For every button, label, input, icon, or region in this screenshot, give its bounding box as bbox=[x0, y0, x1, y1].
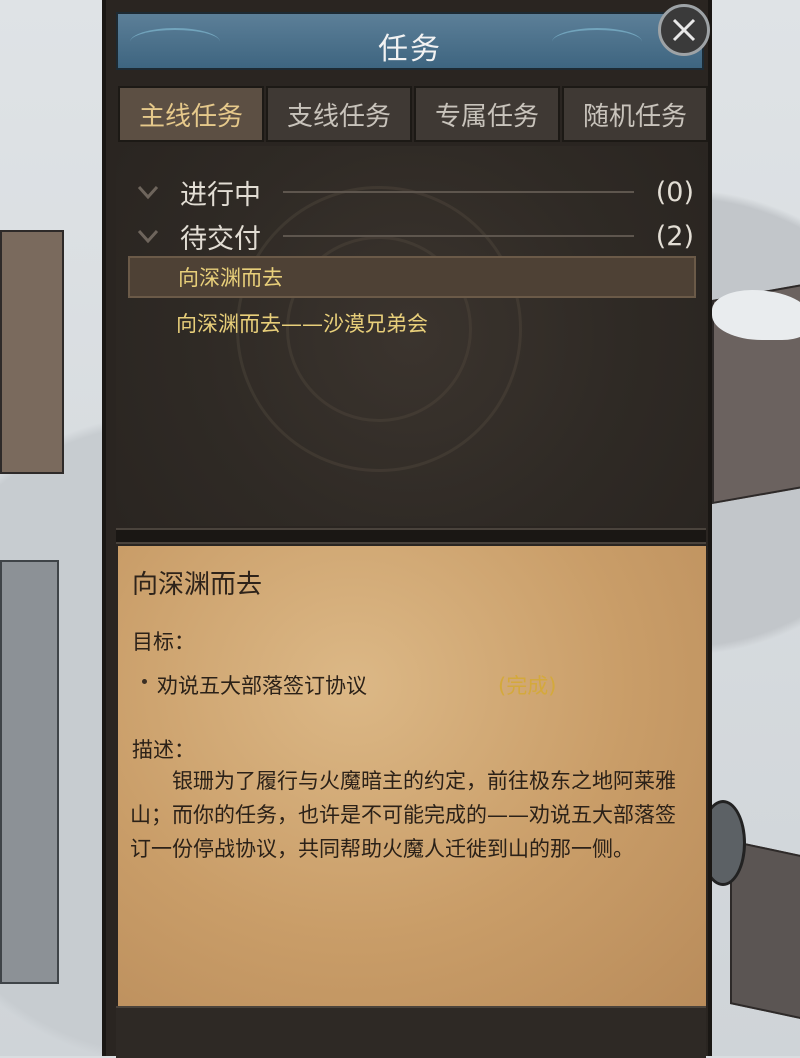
left-cliff bbox=[0, 560, 59, 984]
quest-tabs: 主线任务 支线任务 专属任务 随机任务 bbox=[118, 86, 708, 142]
goal-label: 目标： bbox=[132, 630, 195, 654]
tab-main-quests[interactable]: 主线任务 bbox=[118, 86, 264, 142]
section-count: (2) bbox=[655, 220, 694, 252]
objective-text: 劝说五大部落签订协议 bbox=[157, 674, 367, 698]
bullet-icon bbox=[142, 678, 147, 684]
description-label: 描述： bbox=[132, 738, 195, 762]
left-structure bbox=[0, 230, 64, 474]
objective-status: (完成) bbox=[498, 674, 557, 698]
panel-divider bbox=[116, 528, 706, 544]
quest-detail: 向深渊而去 目标： 劝说五大部落签订协议 (完成) 描述： 银珊为了履行与火魔暗… bbox=[118, 546, 706, 1006]
section-divider bbox=[283, 235, 634, 237]
quest-panel: 任务 主线任务 支线任务 专属任务 随机任务 进行中 (0) 待交付 (2) 向… bbox=[102, 0, 712, 1058]
close-button[interactable] bbox=[658, 4, 710, 56]
quest-detail-title: 向深渊而去 bbox=[132, 570, 263, 600]
quest-item[interactable]: 向深渊而去——沙漠兄弟会 bbox=[128, 302, 696, 344]
close-icon bbox=[672, 18, 696, 42]
quest-list: 进行中 (0) 待交付 (2) 向深渊而去 向深渊而去——沙漠兄弟会 bbox=[116, 146, 706, 526]
objective-row: 劝说五大部落签订协议 (完成) bbox=[142, 670, 682, 700]
panel-footer bbox=[116, 1006, 706, 1058]
section-count: (0) bbox=[655, 176, 694, 208]
chevron-down-icon bbox=[137, 229, 159, 244]
section-label: 待交付 bbox=[180, 223, 261, 255]
chevron-down-icon bbox=[137, 185, 159, 200]
tab-exclusive-quests[interactable]: 专属任务 bbox=[414, 86, 560, 142]
panel-title: 任务 bbox=[378, 32, 442, 67]
section-in-progress[interactable]: 进行中 (0) bbox=[134, 172, 694, 212]
quest-item[interactable]: 向深渊而去 bbox=[128, 256, 696, 298]
panel-header: 任务 bbox=[116, 12, 704, 70]
section-pending-delivery[interactable]: 待交付 (2) bbox=[134, 216, 694, 256]
tab-side-quests[interactable]: 支线任务 bbox=[266, 86, 412, 142]
tab-random-quests[interactable]: 随机任务 bbox=[562, 86, 708, 142]
section-label: 进行中 bbox=[180, 179, 261, 211]
description-text: 银珊为了履行与火魔暗主的约定，前往极东之地阿莱雅山；而你的任务，也许是不可能完成… bbox=[130, 769, 676, 861]
section-divider bbox=[283, 191, 634, 193]
